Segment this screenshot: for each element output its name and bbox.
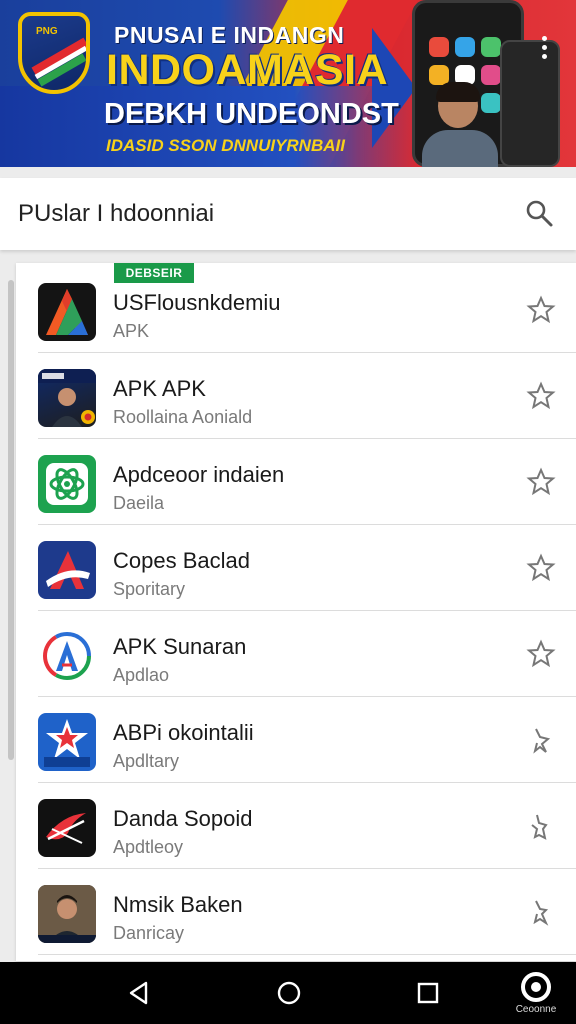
favorite-star-icon[interactable] xyxy=(526,295,556,325)
item-title: Copes Baclad xyxy=(113,548,250,573)
swoosh-icon xyxy=(38,799,96,857)
item-subtitle: Roollaina Aoniald xyxy=(113,407,253,427)
a-logo-icon xyxy=(38,283,96,341)
favorite-star-icon[interactable] xyxy=(526,639,556,669)
banner-logo: PNG xyxy=(18,12,90,94)
list-item[interactable]: APK APK Roollaina Aoniald xyxy=(16,353,576,439)
scrollbar[interactable] xyxy=(8,280,14,760)
item-title: ABPi okointalii xyxy=(113,720,254,745)
list-item[interactable]: Copes Baclad Sporitary xyxy=(16,525,576,611)
favorite-star-icon[interactable] xyxy=(526,381,556,411)
a-circle-icon xyxy=(38,627,96,685)
favorite-star-icon[interactable] xyxy=(526,725,556,755)
item-subtitle: Daeila xyxy=(113,493,165,513)
item-title: APK Sunaran xyxy=(113,634,247,659)
item-subtitle: Sporitary xyxy=(113,579,186,599)
portrait-icon xyxy=(38,885,96,943)
item-title: Nmsik Baken xyxy=(113,892,243,917)
a-flag-icon xyxy=(38,541,96,599)
assistant-label: Ceoonne xyxy=(515,1004,557,1015)
list-item[interactable]: Nmsik Baken Danricay xyxy=(16,869,576,955)
search-icon[interactable] xyxy=(524,198,554,228)
star-badge-icon xyxy=(38,713,96,771)
assistant-button[interactable]: Ceoonne xyxy=(512,972,560,1020)
list-item[interactable]: Apdceoor indaien Daeila xyxy=(16,439,576,525)
app-tile-icon xyxy=(481,37,501,57)
more-options-icon[interactable] xyxy=(542,36,548,62)
app-list: DEBSEIR USFlousnkdemiu APK APK APK Rooll… xyxy=(16,263,576,961)
banner-headline: INDOAMASIA xyxy=(106,46,389,94)
favorite-star-icon[interactable] xyxy=(526,811,556,841)
favorite-star-icon[interactable] xyxy=(526,553,556,583)
person-image xyxy=(422,82,498,167)
portrait-icon xyxy=(38,369,96,427)
search-input[interactable]: PUslar I hdoonniai xyxy=(18,200,214,228)
item-title: USFlousnkdemiu xyxy=(113,290,281,315)
app-tile-icon xyxy=(455,37,475,57)
banner-tagline: IDASID SSON DNNUIYRNBAII xyxy=(106,136,345,155)
assistant-icon xyxy=(521,972,551,1002)
item-title: APK APK xyxy=(113,376,206,401)
app-tile-icon xyxy=(481,65,501,85)
favorite-star-icon[interactable] xyxy=(526,467,556,497)
list-item[interactable]: ABPi okointalii Apdltary xyxy=(16,697,576,783)
atom-icon xyxy=(38,455,96,513)
banner-logo-text: PNG xyxy=(36,26,58,37)
item-title: Apdceoor indaien xyxy=(113,462,285,487)
banner-kicker: PNUSAI E INDANGN xyxy=(114,22,345,48)
item-subtitle: APK xyxy=(113,321,150,341)
list-item[interactable]: Danda Sopoid Apdtleoy xyxy=(16,783,576,869)
item-title: Danda Sopoid xyxy=(113,806,253,831)
search-bar[interactable]: PUslar I hdoonniai xyxy=(0,178,576,250)
list-item[interactable]: USFlousnkdemiu APK xyxy=(16,267,576,353)
list-item[interactable]: APK Sunaran Apdlao xyxy=(16,611,576,697)
item-subtitle: Apdlao xyxy=(113,665,170,685)
item-subtitle: Apdtleoy xyxy=(113,837,184,857)
app-tile-icon xyxy=(429,37,449,57)
phone-illustration xyxy=(500,40,560,167)
promo-banner[interactable]: PNG PNUSAI E INDANGN INDOAMASIA DEBKH UN… xyxy=(0,0,576,167)
item-subtitle: Danricay xyxy=(113,923,185,943)
recent-apps-icon[interactable] xyxy=(416,981,440,1005)
home-icon[interactable] xyxy=(276,980,302,1006)
banner-subheadline: DEBKH UNDEONDST xyxy=(104,98,399,130)
item-subtitle: Apdltary xyxy=(113,751,180,771)
back-icon[interactable] xyxy=(126,980,152,1006)
favorite-star-icon[interactable] xyxy=(526,897,556,927)
